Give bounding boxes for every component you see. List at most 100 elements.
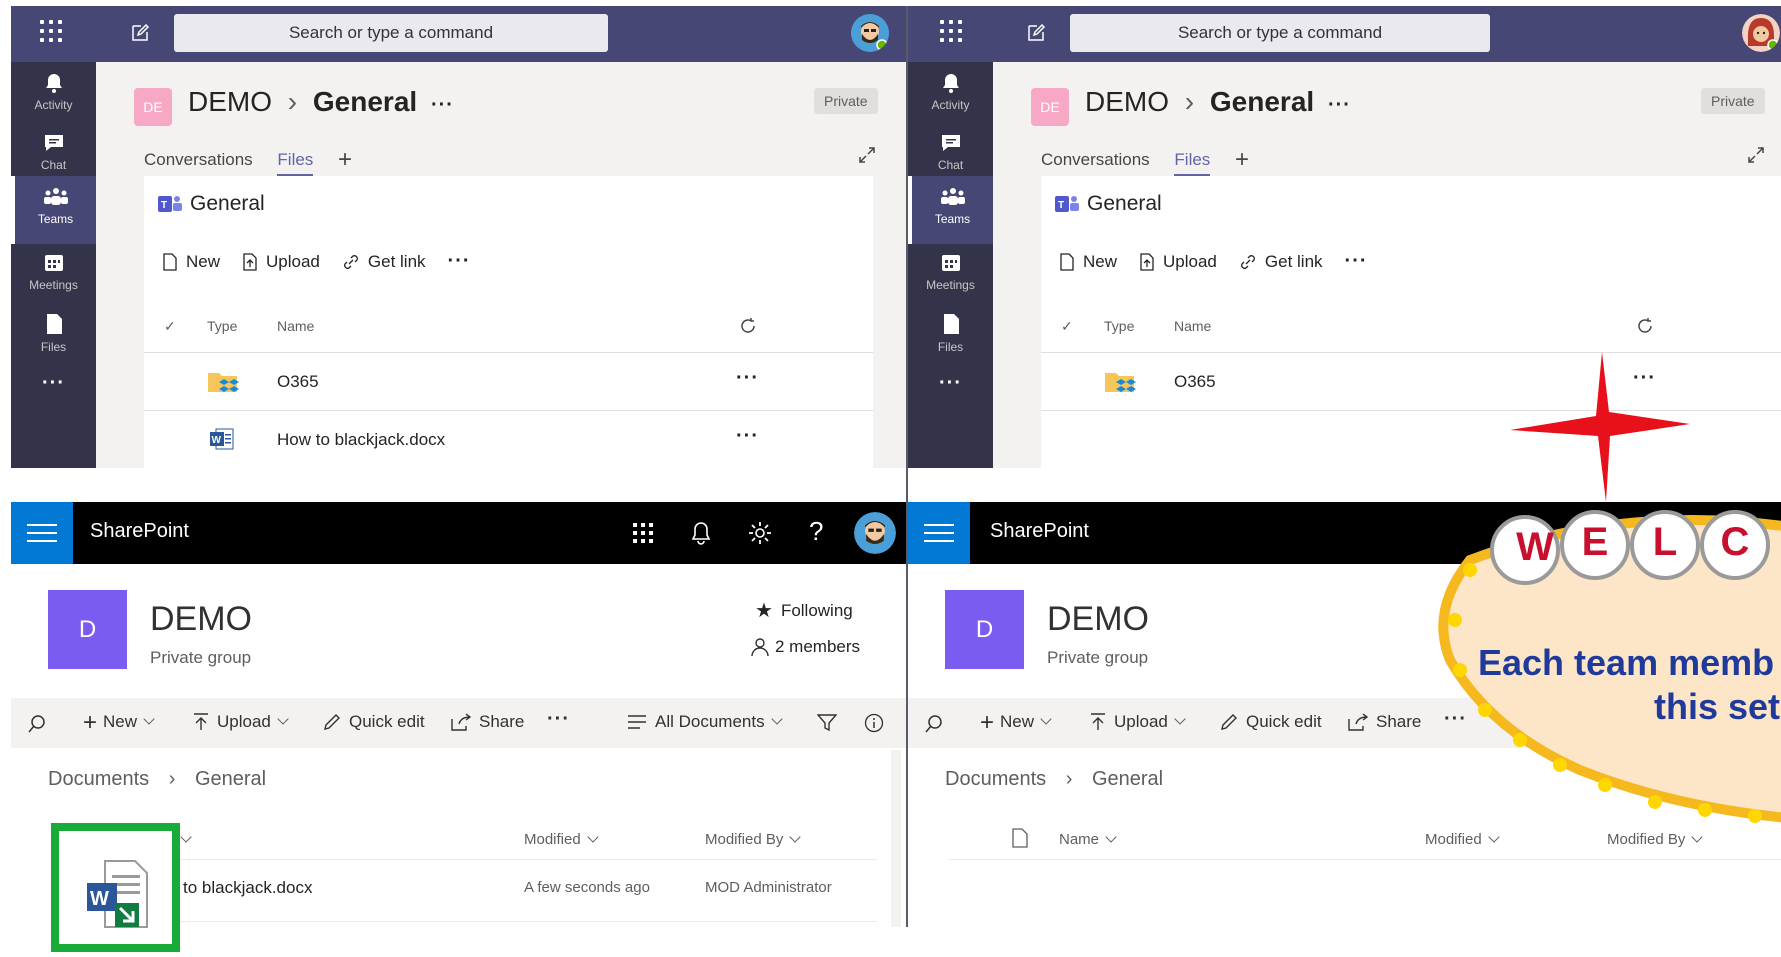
rail-teams[interactable]: Teams	[908, 176, 993, 244]
members-button[interactable]: 2 members	[751, 637, 860, 657]
share-button[interactable]: Share	[451, 712, 524, 732]
info-icon[interactable]	[864, 713, 884, 733]
tab-conversations[interactable]: Conversations	[1041, 150, 1150, 174]
rail-teams[interactable]: Teams	[11, 176, 96, 244]
new-button[interactable]: + New	[83, 710, 155, 734]
view-selector[interactable]: All Documents	[627, 712, 783, 732]
hamburger-menu-icon[interactable]	[11, 502, 73, 564]
rail-files[interactable]: Files	[11, 302, 96, 370]
rail-activity[interactable]: Activity	[11, 62, 96, 130]
share-button[interactable]: Share	[1348, 712, 1421, 732]
more-commands-icon[interactable]: ···	[1345, 250, 1368, 273]
site-logo[interactable]: D	[48, 590, 127, 669]
refresh-icon[interactable]	[738, 316, 758, 336]
site-name[interactable]: DEMO	[1047, 600, 1149, 639]
compose-icon[interactable]	[1026, 23, 1046, 43]
more-commands-icon[interactable]: ···	[448, 250, 471, 273]
new-file-icon	[1060, 252, 1074, 271]
column-modified[interactable]: Modified	[524, 831, 599, 848]
help-icon[interactable]: ?	[809, 516, 823, 547]
rail-meetings[interactable]: Meetings	[11, 242, 96, 310]
welcome-letter: E	[1581, 520, 1609, 564]
privacy-badge: Private	[814, 88, 878, 114]
more-commands-icon[interactable]: ···	[547, 708, 570, 731]
chevron-down-icon	[789, 831, 802, 843]
select-all-checkmark-icon[interactable]: ✓	[1061, 318, 1073, 335]
search-input[interactable]: Search or type a command	[174, 14, 608, 52]
hamburger-menu-icon[interactable]	[908, 502, 970, 564]
search-icon[interactable]	[27, 714, 47, 734]
breadcrumb-documents[interactable]: Documents	[48, 768, 149, 790]
notification-bell-icon[interactable]	[688, 520, 714, 546]
rail-files[interactable]: Files	[908, 302, 993, 370]
rail-more-icon[interactable]: ···	[11, 372, 96, 440]
team-name[interactable]: DEMO	[1085, 86, 1169, 117]
quick-edit-button[interactable]: Quick edit	[323, 712, 425, 732]
app-launcher-icon[interactable]	[630, 520, 656, 546]
app-launcher-icon[interactable]	[940, 20, 964, 44]
search-icon[interactable]	[924, 714, 944, 734]
column-modified-by[interactable]: Modified By	[705, 831, 802, 848]
expand-icon[interactable]	[858, 146, 876, 164]
avatar[interactable]	[854, 512, 896, 554]
column-type[interactable]: Type	[207, 318, 237, 334]
following-button[interactable]: ★ Following	[755, 598, 853, 623]
get-link-button[interactable]: Get link	[342, 252, 426, 272]
new-button[interactable]: New	[1059, 252, 1117, 272]
new-button[interactable]: New	[162, 252, 220, 272]
select-all-checkmark-icon[interactable]: ✓	[164, 318, 176, 335]
column-name[interactable]: Name	[1059, 831, 1117, 848]
site-name[interactable]: DEMO	[150, 600, 252, 639]
settings-gear-icon[interactable]	[747, 520, 773, 546]
row-more-icon[interactable]: ···	[736, 367, 759, 390]
search-input[interactable]: Search or type a command	[1070, 14, 1490, 52]
breadcrumb-general[interactable]: General	[1092, 768, 1163, 790]
more-options-icon[interactable]: ···	[431, 94, 454, 116]
tab-conversations[interactable]: Conversations	[144, 150, 253, 174]
breadcrumb-documents[interactable]: Documents	[945, 768, 1046, 790]
avatar[interactable]	[851, 14, 889, 52]
sharepoint-suite-bar: SharePoint ?	[11, 502, 907, 564]
get-link-button[interactable]: Get link	[1239, 252, 1323, 272]
more-options-icon[interactable]: ···	[1328, 94, 1351, 116]
new-button[interactable]: + New	[980, 708, 1052, 736]
sharepoint-brand[interactable]: SharePoint	[90, 520, 189, 543]
file-name[interactable]: How to blackjack.docx	[277, 430, 445, 450]
avatar[interactable]	[1742, 14, 1780, 52]
rail-more-icon[interactable]: ···	[908, 372, 993, 440]
expand-icon[interactable]	[1747, 146, 1765, 164]
upload-icon	[1140, 252, 1154, 271]
column-name[interactable]: Name	[1174, 318, 1211, 334]
rail-meetings[interactable]: Meetings	[908, 242, 993, 310]
quick-edit-button[interactable]: Quick edit	[1220, 712, 1322, 732]
upload-button[interactable]: Upload	[242, 252, 320, 272]
app-launcher-icon[interactable]	[40, 20, 64, 44]
list-item[interactable]: W How to blackjack.docx ···	[144, 411, 873, 468]
column-type[interactable]: Type	[1104, 318, 1134, 334]
column-name[interactable]: Name	[277, 318, 314, 334]
tab-files[interactable]: Files	[277, 150, 314, 177]
filter-icon[interactable]	[817, 714, 837, 732]
file-name[interactable]: w to blackjack.docx	[166, 878, 312, 898]
upload-button[interactable]: Upload	[1090, 712, 1186, 732]
header-divider	[165, 859, 877, 860]
teams-app-rail: Activity Chat Teams Meetings Files ···	[908, 62, 993, 468]
add-tab-icon[interactable]: +	[338, 146, 352, 173]
plus-icon: +	[980, 708, 995, 736]
sharepoint-brand[interactable]: SharePoint	[990, 520, 1089, 543]
row-more-icon[interactable]: ···	[736, 425, 759, 448]
rail-activity[interactable]: Activity	[908, 62, 993, 130]
list-item[interactable]: O365 ···	[144, 353, 873, 411]
upload-button[interactable]: Upload	[1139, 252, 1217, 272]
file-name[interactable]: O365	[1174, 372, 1216, 392]
file-name[interactable]: O365	[277, 372, 319, 392]
add-tab-icon[interactable]: +	[1235, 146, 1249, 173]
tab-files[interactable]: Files	[1174, 150, 1211, 177]
scrollbar[interactable]	[891, 750, 901, 927]
site-logo[interactable]: D	[945, 590, 1024, 669]
breadcrumb-general[interactable]: General	[195, 768, 266, 790]
upload-button[interactable]: Upload	[193, 712, 289, 732]
team-name[interactable]: DEMO	[188, 86, 272, 117]
compose-icon[interactable]	[130, 23, 150, 43]
refresh-icon[interactable]	[1635, 316, 1655, 336]
